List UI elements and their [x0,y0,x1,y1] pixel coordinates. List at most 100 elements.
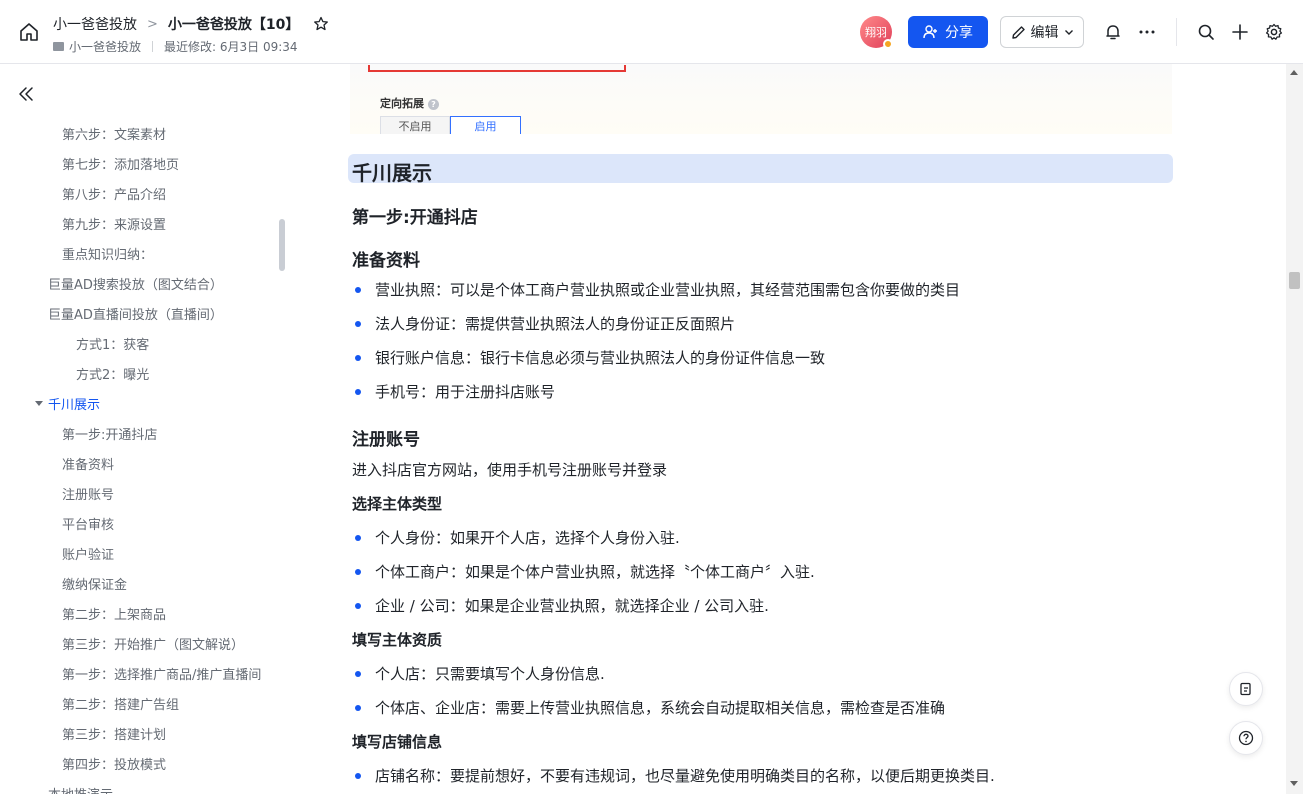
breadcrumb-parent[interactable]: 小一爸爸投放 [53,14,137,34]
outline-item[interactable]: 第二步：上架商品 [62,604,166,623]
outline-item[interactable]: 准备资料 [62,454,114,473]
outline-item[interactable]: 第四步：投放模式 [62,754,166,773]
avatar[interactable]: 翔羽 [860,16,893,49]
outline-item[interactable]: 重点知识归纳： [62,244,153,263]
outline-item[interactable]: 第二步：搭建广告组 [62,694,179,713]
outline-item-active[interactable]: 千川展示 [48,394,100,413]
share-button[interactable]: 分享 [908,16,988,48]
breadcrumb: 小一爸爸投放 > 小一爸爸投放【10】 [53,14,329,34]
copy-doc-button[interactable] [1229,672,1263,706]
edit-button[interactable]: 编辑 [1000,16,1084,48]
question-icon [1238,730,1254,746]
doc-title[interactable]: 小一爸爸投放【10】 [168,14,299,34]
scroll-down-icon[interactable] [1290,781,1298,786]
status-dot [883,39,893,49]
gear-icon[interactable] [1264,22,1284,42]
image-option-on: 启用 [450,116,521,134]
avatar-text: 翔羽 [865,26,887,39]
outline-item[interactable]: 第一步:开通抖店 [62,424,157,443]
collapse-sidebar-icon[interactable] [16,84,36,104]
home-icon[interactable] [18,21,40,43]
bullet-dot [355,287,361,293]
bullet-dot [355,569,361,575]
highlight-box [368,65,626,72]
outline-item[interactable]: 第八步：产品介绍 [62,184,166,203]
pencil-icon [1011,25,1025,39]
bullet-dot [355,355,361,361]
doc-meta: 小一爸爸投放 最近修改: 6月3日 09:34 [53,38,298,55]
expand-arrow-icon[interactable] [35,401,43,406]
heading-shop: 填写店铺信息 [352,733,443,751]
outline-item[interactable]: 第三步：搭建计划 [62,724,166,743]
help-icon: ? [428,98,439,110]
list-item: 店铺名称：要提前想好，不要有违规词，也尽量避免使用明确类目的名称，以便后期更换类… [375,767,995,785]
breadcrumb-separator: > [147,16,158,32]
list-item: 个体店、企业店：需要上传营业执照信息，系统会自动提取相关信息，需检查是否准确 [375,699,946,717]
document-icon [1240,682,1251,696]
bullet-dot [355,389,361,395]
outline-item[interactable]: 第六步：文案素材 [62,124,166,143]
toolbar-divider [1176,18,1177,46]
outline-item[interactable]: 第一步：选择推广商品/推广直播间 [62,664,261,683]
outline-item[interactable]: 方式2：曝光 [76,364,149,383]
heading-prep: 准备资料 [352,251,420,271]
add-user-icon [923,25,937,39]
heading-register: 注册账号 [352,430,420,450]
list-item: 个人店：只需要填写个人身份信息. [375,665,605,683]
main-scrollbar-thumb[interactable] [1289,272,1300,289]
outline-item[interactable]: 第七步：添加落地页 [62,154,179,173]
heading-subject: 选择主体类型 [352,495,443,513]
outline-item[interactable]: 巨量AD搜索投放（图文结合） [48,274,223,293]
bell-icon[interactable] [1103,22,1123,42]
outline-item[interactable]: 注册账号 [62,484,114,503]
edit-label: 编辑 [1030,25,1059,41]
bullet-dot [355,773,361,779]
heading-2: 第一步:开通抖店 [352,208,478,228]
doc-location[interactable]: 小一爸爸投放 [69,38,141,55]
list-item: 个人身份：如果开个人店，选择个人身份入驻. [375,529,680,547]
outline-item[interactable]: 缴纳保证金 [62,574,127,593]
outline-sidebar: 第六步：文案素材 第七步：添加落地页 第八步：产品介绍 第九步：来源设置 重点知… [0,64,300,794]
list-item: 法人身份证：需提供营业执照法人的身份证正反面照片 [375,315,736,333]
share-label: 分享 [945,25,973,41]
outline-item[interactable]: 平台审核 [62,514,114,533]
list-item: 个体工商户：如果是个体户营业执照，就选择〝个体工商户〞入驻. [375,563,815,581]
bullet-dot [355,603,361,609]
last-modified: 最近修改: 6月3日 09:34 [164,40,298,54]
document-body: 定向拓展? 不启用 启用 千川展示 第一步:开通抖店 准备资料 营业执照：可以是… [300,64,1286,794]
outline-item[interactable]: 本地推演示 [48,784,113,794]
image-label-text: 定向拓展 [380,97,424,110]
outline-item[interactable]: 方式1：获客 [76,334,149,353]
list-item: 银行账户信息：银行卡信息必须与营业执照法人的身份证件信息一致 [375,349,826,367]
outline-item[interactable]: 账户验证 [62,544,114,563]
main-scrollbar-track[interactable] [1286,64,1303,794]
list-item: 营业执照：可以是个体工商户营业执照或企业营业执照，其经营范围需包含你要做的类目 [375,281,961,299]
heading-1: 千川展示 [352,161,432,185]
more-icon[interactable] [1137,22,1157,42]
list-item: 企业 / 公司：如果是企业营业执照，就选择企业 / 公司入驻. [375,597,769,615]
search-icon[interactable] [1196,22,1216,42]
scroll-up-icon[interactable] [1290,70,1298,75]
outline-item[interactable]: 第九步：来源设置 [62,214,166,233]
bullet-dot [355,535,361,541]
bullet-dot [355,671,361,677]
outline-item[interactable]: 巨量AD直播间投放（直播间） [48,304,223,323]
bullet-dot [355,321,361,327]
star-icon[interactable] [313,16,329,32]
meta-divider [152,41,154,52]
image-section-label: 定向拓展? [380,95,439,111]
paragraph: 进入抖店官方网站，使用手机号注册账号并登录 [352,461,668,479]
image-option-off: 不启用 [380,116,450,134]
chevron-down-icon [1064,30,1073,35]
heading-highlight [348,154,1173,183]
heading-qualify: 填写主体资质 [352,631,443,649]
bullet-dot [355,705,361,711]
outline-item[interactable]: 第三步：开始推广（图文解说） [62,634,244,653]
sidebar-scrollbar[interactable] [279,219,285,271]
top-bar: 小一爸爸投放 > 小一爸爸投放【10】 小一爸爸投放 最近修改: 6月3日 09… [0,0,1303,64]
plus-icon[interactable] [1230,22,1250,42]
list-item: 手机号：用于注册抖店账号 [375,383,556,401]
help-button[interactable] [1229,721,1263,755]
folder-icon [53,42,64,51]
embedded-screenshot[interactable]: 定向拓展? 不启用 启用 [350,64,1172,134]
